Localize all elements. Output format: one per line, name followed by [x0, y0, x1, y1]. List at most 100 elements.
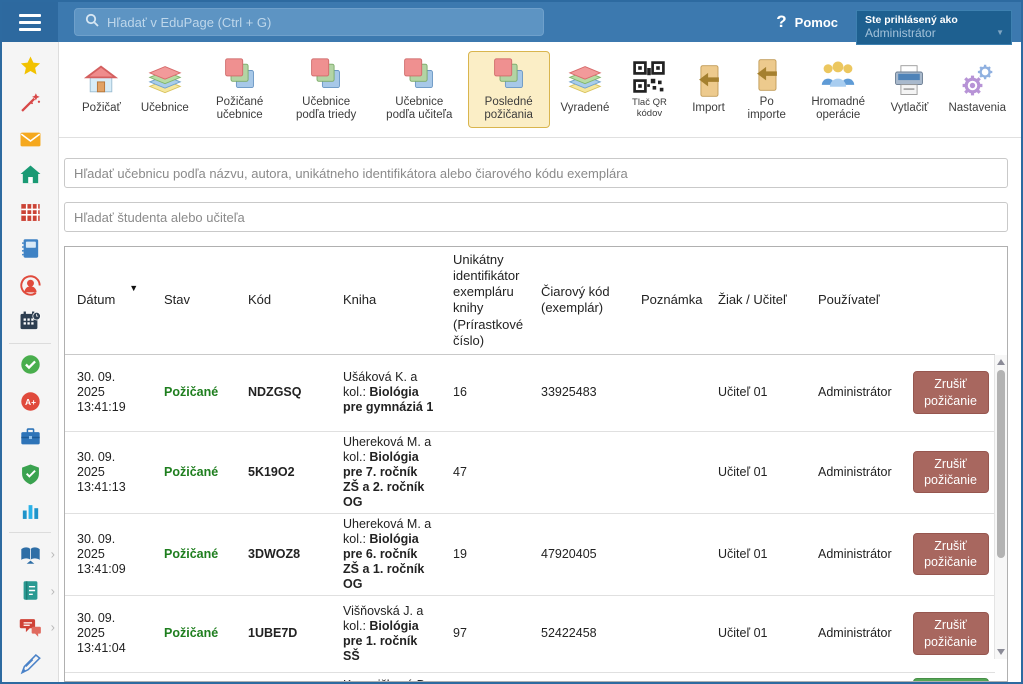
- student-teacher: [706, 672, 806, 682]
- qr-icon: [630, 59, 668, 95]
- student-teacher: Učiteľ 01: [706, 513, 806, 595]
- toolbar-item-import[interactable]: Import: [681, 57, 737, 121]
- toolbar-item-u-ebnice[interactable]: Učebnice: [132, 57, 198, 121]
- svg-text:A+: A+: [24, 397, 35, 407]
- shield-icon: [19, 463, 42, 486]
- sidebar-item-briefcase[interactable]: [2, 420, 58, 456]
- toolbar-item-label: Tlač QR kódov: [629, 98, 669, 120]
- sidebar-item-timetable[interactable]: [2, 194, 58, 230]
- toolbar-item-po-importe[interactable]: Po importe: [739, 51, 795, 128]
- squares-icon: [400, 57, 438, 93]
- sidebar-item-home[interactable]: [2, 157, 58, 193]
- sidebar-item-chart[interactable]: [2, 493, 58, 529]
- scrollbar-thumb[interactable]: [997, 370, 1005, 558]
- cancel-loan-button[interactable]: Zrušiť požičanie: [913, 533, 989, 576]
- briefcase-icon: [19, 426, 42, 449]
- person-search-input[interactable]: [64, 202, 1008, 232]
- user-cell: Administrátor: [806, 513, 900, 595]
- note: [629, 595, 706, 672]
- toolbar-item-po-i-an-u-ebnice[interactable]: Požičané učebnice: [200, 51, 280, 128]
- scroll-down-button[interactable]: [995, 646, 1007, 658]
- gears-icon: [958, 63, 996, 99]
- column-header-datum[interactable]: Dátum▼: [65, 247, 152, 354]
- column-header-pouzivatel[interactable]: Používateľ: [806, 247, 900, 354]
- status-badge: Požičané: [164, 626, 218, 640]
- toolbar-item-u-ebnice-pod-a-triedy[interactable]: Učebnice podľa triedy: [282, 51, 371, 128]
- mail-icon: [19, 128, 42, 151]
- copy-identifier: [441, 672, 529, 682]
- column-header-identifikator[interactable]: Unikátny identifikátor exempláru knihy (…: [441, 247, 529, 354]
- barcode: 33925483: [529, 354, 629, 431]
- status-badge: Požičané: [164, 385, 218, 399]
- table-scrollbar[interactable]: [994, 355, 1007, 659]
- sidebar-item-wand[interactable]: [2, 84, 58, 120]
- column-header-stav[interactable]: Stav: [152, 247, 236, 354]
- chevron-right-icon: ›: [51, 620, 55, 635]
- cancel-loan-button[interactable]: Zrušiť požičanie: [913, 612, 989, 655]
- cancel-loan-button[interactable]: Zrušiť požičanie: [913, 371, 989, 414]
- copy-identifier: 47: [441, 431, 529, 513]
- timetable-icon: [19, 201, 42, 224]
- barcode: [529, 431, 629, 513]
- column-header-ziak-ucitel[interactable]: Žiak / Učiteľ: [706, 247, 806, 354]
- barcode: 52422458: [529, 595, 629, 672]
- sidebar-item-check[interactable]: [2, 347, 58, 383]
- toolbar-item-vytla-i[interactable]: Vytlačiť: [881, 57, 937, 121]
- column-header-kniha[interactable]: Kniha: [331, 247, 441, 354]
- printer-icon: [890, 63, 928, 99]
- hamburger-menu-button[interactable]: [2, 2, 58, 42]
- sidebar-item-grades[interactable]: A+: [2, 383, 58, 419]
- scroll-up-button[interactable]: [995, 356, 1007, 368]
- question-mark-icon: ?: [776, 12, 786, 32]
- loans-table: Dátum▼ Stav Kód Kniha Unikátny identifik…: [64, 246, 1008, 682]
- table-row: 30. 09. 2025 13:41:13 Požičané 5K19O2 Uh…: [65, 431, 995, 513]
- column-header-ciarovy-kod[interactable]: Čiarový kód (exemplár): [529, 247, 629, 354]
- sidebar-item-shield[interactable]: [2, 456, 58, 492]
- sidebar-item-notes[interactable]: ›: [2, 573, 58, 609]
- toolbar-item-posledn-po-i-ania[interactable]: Posledné požičania: [468, 51, 550, 128]
- sidebar-item-notebook[interactable]: [2, 230, 58, 266]
- user-name: Administrátor: [865, 26, 1003, 40]
- toolbar-item-tla-qr-k-dov[interactable]: Tlač QR kódov: [620, 53, 678, 126]
- main-area: PožičaťUčebnicePožičané učebniceUčebnice…: [59, 42, 1021, 682]
- confirm-loan-button[interactable]: [913, 678, 989, 683]
- sidebar-item-chat[interactable]: ›: [2, 609, 58, 645]
- copy-identifier: 16: [441, 354, 529, 431]
- toolbar-item-hromadn-oper-cie[interactable]: Hromadné operácie: [797, 51, 880, 128]
- user-cell: [806, 672, 900, 682]
- global-search-input[interactable]: [107, 15, 533, 30]
- help-button[interactable]: ? Pomoc: [776, 12, 838, 32]
- toolbar-item-label: Posledné požičania: [477, 96, 541, 122]
- toolbar: PožičaťUčebnicePožičané učebniceUčebnice…: [59, 42, 1021, 138]
- global-search[interactable]: [74, 8, 544, 36]
- sidebar-item-mail[interactable]: [2, 121, 58, 157]
- student-teacher: Učiteľ 01: [706, 354, 806, 431]
- user-menu[interactable]: Ste prihlásený ako Administrátor ▼: [856, 10, 1012, 45]
- sidebar-item-pen[interactable]: [2, 645, 58, 681]
- column-header-kod[interactable]: Kód: [236, 247, 331, 354]
- table-row: 30. 09. 2025 13:41:09 Požičané 3DWOZ8 Uh…: [65, 513, 995, 595]
- book-search-input[interactable]: [64, 158, 1008, 188]
- user-icon: [19, 274, 42, 297]
- loans-table-body: 30. 09. 2025 13:41:19 Požičané NDZGSQ Uš…: [65, 354, 995, 682]
- sidebar-item-star[interactable]: [2, 48, 58, 84]
- book-code: 5K19O2: [248, 465, 295, 479]
- sidebar-item-library[interactable]: ›: [2, 536, 58, 572]
- app-window: ? Pomoc Ste prihlásený ako Administrátor…: [0, 0, 1023, 684]
- toolbar-item-u-ebnice-pod-a-u-ite-a[interactable]: Učebnice podľa učiteľa: [373, 51, 466, 128]
- sidebar-item-calendar[interactable]: [2, 303, 58, 339]
- cancel-loan-button[interactable]: Zrušiť požičanie: [913, 451, 989, 494]
- home-icon: [19, 164, 42, 187]
- door-icon: [748, 57, 786, 93]
- toolbar-item-label: Import: [692, 102, 725, 115]
- sidebar: A+›››: [2, 42, 59, 682]
- toolbar-item-po-i-a[interactable]: Požičať: [73, 57, 130, 121]
- sidebar-item-user[interactable]: [2, 267, 58, 303]
- people-icon: [819, 57, 857, 93]
- sort-desc-icon: ▼: [129, 283, 138, 293]
- toolbar-item-vyraden[interactable]: Vyradené: [552, 57, 619, 121]
- column-header-poznamka[interactable]: Poznámka: [629, 247, 706, 354]
- book-author: Kvasničková D: [343, 678, 426, 683]
- note: [629, 431, 706, 513]
- toolbar-item-nastavenia[interactable]: Nastavenia: [939, 57, 1015, 121]
